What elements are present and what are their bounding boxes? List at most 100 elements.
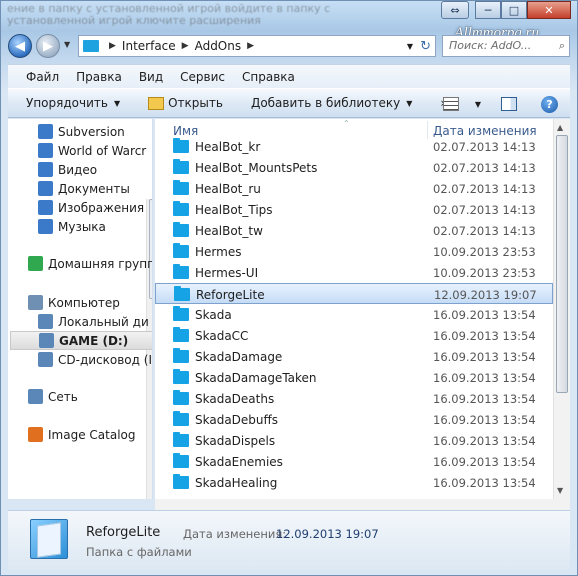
file-row[interactable]: HealBot_tw 02.07.2013 14:13 <box>155 220 553 241</box>
file-name: HealBot_kr <box>195 140 261 154</box>
scroll-up-icon[interactable]: ▲ <box>557 123 563 132</box>
menu-file[interactable]: Файл <box>26 70 59 84</box>
breadcrumb-interface[interactable]: Interface <box>122 39 176 53</box>
file-date: 16.09.2013 13:54 <box>433 413 536 427</box>
folder-preview-icon <box>30 519 68 559</box>
close-button[interactable]: ✕ <box>527 1 571 19</box>
nav-item[interactable]: Музыка <box>38 217 106 236</box>
nav-item[interactable]: Компьютер <box>28 293 120 312</box>
file-row[interactable]: HealBot_kr 02.07.2013 14:13 <box>155 136 553 157</box>
file-row[interactable]: SkadaDamage 16.09.2013 13:54 <box>155 346 553 367</box>
file-row[interactable]: SkadaCC 16.09.2013 13:54 <box>155 325 553 346</box>
file-date: 16.09.2013 13:54 <box>433 350 536 364</box>
open-button[interactable]: Открыть <box>148 96 223 110</box>
menu-help[interactable]: Справка <box>242 70 295 84</box>
folder-icon <box>173 222 189 237</box>
folder-icon <box>173 264 189 279</box>
nav-item[interactable]: Image Catalog <box>28 425 135 444</box>
preview-pane-icon[interactable] <box>501 97 517 111</box>
search-icon[interactable]: ⌕ <box>559 36 565 56</box>
forward-button[interactable]: ▶ <box>36 34 60 58</box>
nav-item[interactable]: Документы <box>38 179 130 198</box>
file-row[interactable]: HealBot_ru 02.07.2013 14:13 <box>155 178 553 199</box>
horizontal-scrollbar[interactable] <box>155 499 570 510</box>
file-row[interactable]: ReforgeLite 12.09.2013 19:07 <box>155 283 553 304</box>
file-date: 16.09.2013 13:54 <box>433 434 536 448</box>
scroll-thumb[interactable] <box>556 135 568 393</box>
file-row[interactable]: HealBot_MountsPets 02.07.2013 14:13 <box>155 157 553 178</box>
nav-item[interactable]: Сеть <box>28 387 78 406</box>
nav-item[interactable]: Видео <box>38 160 97 179</box>
file-row[interactable]: SkadaDebuffs 16.09.2013 13:54 <box>155 409 553 430</box>
file-row[interactable]: HealBot_Tips 02.07.2013 14:13 <box>155 199 553 220</box>
command-bar: Упорядочить ▼ Открыть Добавить в библиот… <box>8 88 570 118</box>
folder-icon <box>174 286 190 301</box>
search-input[interactable]: Поиск: AddO... ⌕ <box>442 35 570 57</box>
menu-edit[interactable]: Правка <box>76 70 122 84</box>
nav-scroll-thumb[interactable] <box>149 199 152 299</box>
video-icon <box>38 162 53 177</box>
file-date: 02.07.2013 14:13 <box>433 224 536 238</box>
nav-item-label: GAME (D:) <box>59 333 129 348</box>
back-button[interactable]: ◀ <box>8 34 32 58</box>
folder-icon <box>83 40 99 52</box>
file-date: 16.09.2013 13:54 <box>433 308 536 322</box>
organize-button[interactable]: Упорядочить ▼ <box>26 96 120 110</box>
open-label: Открыть <box>168 96 223 110</box>
folder-icon <box>173 432 189 447</box>
nav-item[interactable]: Локальный ди <box>38 312 149 331</box>
address-row: ◀ ▶ ▼ ▶ Interface ▶ AddOns ▶ ▼ ↻ Поиск: … <box>8 34 570 60</box>
breadcrumb-addons[interactable]: AddOns <box>195 39 242 53</box>
breadcrumb-separator[interactable]: ▶ <box>247 41 254 51</box>
file-name: SkadaDamage <box>195 350 283 364</box>
help-icon[interactable]: ? <box>541 95 558 113</box>
file-date: 10.09.2013 23:53 <box>433 266 536 280</box>
nav-item[interactable]: World of Warcr <box>38 141 146 160</box>
file-row[interactable]: Hermes-UI 10.09.2013 23:53 <box>155 262 553 283</box>
file-name: SkadaDamageTaken <box>195 371 317 385</box>
nav-item-label: Компьютер <box>48 295 120 310</box>
menu-view[interactable]: Вид <box>139 70 163 84</box>
file-row[interactable]: SkadaHealing 16.09.2013 13:54 <box>155 472 553 493</box>
file-row[interactable]: Hermes 10.09.2013 23:53 <box>155 241 553 262</box>
file-name: Hermes-UI <box>195 266 259 280</box>
add-to-library-button[interactable]: Добавить в библиотеку ▼ <box>251 96 412 110</box>
nav-item[interactable]: Subversion <box>38 122 125 141</box>
music-icon <box>38 219 53 234</box>
refresh-icon[interactable]: ↻ <box>420 39 431 54</box>
file-row[interactable]: SkadaDispels 16.09.2013 13:54 <box>155 430 553 451</box>
scroll-down-icon[interactable]: ▼ <box>557 486 563 495</box>
minimize-button[interactable]: ─ <box>475 1 501 19</box>
details-pane: ReforgeLite Дата изменения: 12.09.2013 1… <box>8 510 570 570</box>
breadcrumb-separator[interactable]: ▶ <box>182 41 189 51</box>
file-row[interactable]: SkadaEnemies 16.09.2013 13:54 <box>155 451 553 472</box>
maximize-button[interactable]: □ <box>501 1 527 19</box>
breadcrumb-separator[interactable]: ▶ <box>109 41 116 51</box>
address-dropdown-icon[interactable]: ▼ <box>407 42 413 51</box>
toolbar-right: ▼ ? <box>442 89 570 119</box>
nav-item[interactable]: Домашняя групп <box>28 254 152 273</box>
address-bar[interactable]: ▶ Interface ▶ AddOns ▶ ▼ ↻ <box>78 35 436 57</box>
view-options-icon[interactable] <box>442 97 459 111</box>
file-row[interactable]: Skada 16.09.2013 13:54 <box>155 304 553 325</box>
add-library-label: Добавить в библиотеку <box>250 96 401 110</box>
view-dropdown-icon[interactable]: ▼ <box>475 100 481 109</box>
file-row[interactable]: SkadaDeaths 16.09.2013 13:54 <box>155 388 553 409</box>
file-list-scrollbar[interactable]: ▲ ▼ <box>553 119 570 499</box>
file-name: SkadaDeaths <box>195 392 275 406</box>
nav-item[interactable]: GAME (D:) <box>10 331 152 350</box>
nav-item[interactable]: CD-дисковод (I <box>38 350 152 369</box>
file-date: 16.09.2013 13:54 <box>433 329 536 343</box>
extend-icon[interactable]: ⇔ <box>441 1 469 19</box>
file-row[interactable]: SkadaDamageTaken 16.09.2013 13:54 <box>155 367 553 388</box>
file-name: HealBot_ru <box>195 182 261 196</box>
menu-bar: Файл Правка Вид Сервис Справка <box>8 64 570 88</box>
file-date: 02.07.2013 14:13 <box>433 140 536 154</box>
menu-tools[interactable]: Сервис <box>180 70 225 84</box>
recent-pages-dropdown[interactable]: ▼ <box>64 40 70 49</box>
folder-icon <box>173 306 189 321</box>
nav-item-label: Документы <box>58 181 130 196</box>
nav-item[interactable]: Изображения <box>38 198 144 217</box>
background-window-text: ение в папку с установленной игрой войди… <box>7 2 331 27</box>
file-name: SkadaEnemies <box>195 455 283 469</box>
